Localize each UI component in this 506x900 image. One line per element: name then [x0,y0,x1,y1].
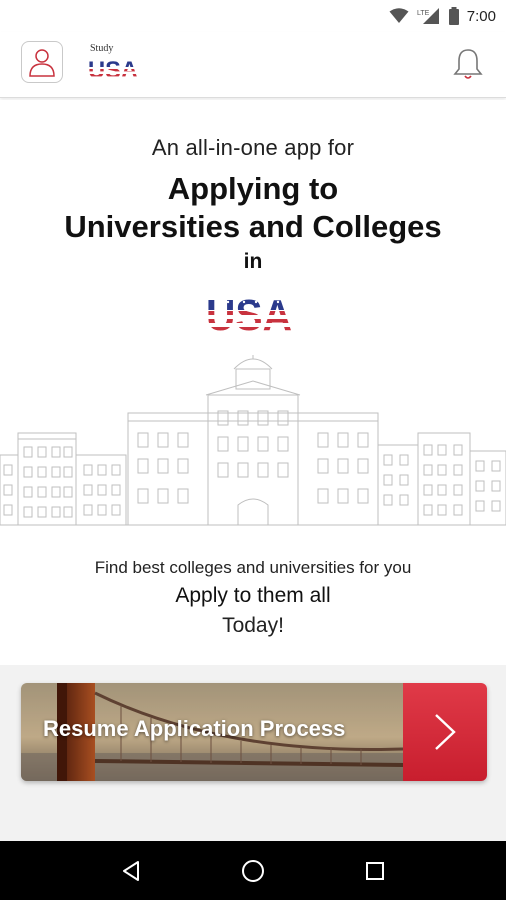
resume-application-button[interactable]: Resume Application Process [21,683,487,781]
campus-skyline-illustration [0,355,506,526]
chevron-right-icon [435,714,456,750]
battery-icon [448,7,459,25]
user-profile-icon [29,49,55,77]
network-type-label: LTE [417,10,430,17]
hero-section: An all-in-one app for Applying to Univer… [0,100,506,665]
resume-arrow-button[interactable] [403,683,487,781]
back-button[interactable] [111,851,151,891]
home-icon [242,859,264,882]
hero-headline: Applying to Universities and Colleges [0,170,506,246]
clock: 7:00 [466,7,496,25]
app-header: Study USA [0,32,506,98]
recents-button[interactable] [355,851,395,891]
notification-bell-icon [453,49,483,79]
recents-icon [366,861,384,880]
back-icon [123,860,139,881]
usa-flag-logo: USA [88,57,138,80]
wifi-icon [389,8,409,23]
hero-in-text: in [243,250,263,273]
status-bar: LTE 7:00 [0,0,506,32]
logo-study-text: Study [90,43,114,54]
hero-find-text: Find best colleges and universities for … [94,558,412,577]
hero-apply-text: Apply to them all [175,584,331,607]
notifications-button[interactable] [452,46,484,82]
profile-button[interactable] [21,41,63,83]
app-logo[interactable]: Study USA [88,43,140,83]
cell-signal-icon: LTE [417,8,439,24]
hero-today-text: Today! [222,614,284,637]
system-nav-bar [0,841,506,900]
headline-line-2: Universities and Colleges [64,209,442,244]
headline-line-1: Applying to [167,171,339,206]
resume-button-label: Resume Application Process [43,716,346,741]
usa-flag-wordmark: USA [206,291,292,334]
home-button[interactable] [233,851,273,891]
hero-tagline: An all-in-one app for [151,135,355,160]
bottom-action-area: Resume Application Process [0,665,506,841]
